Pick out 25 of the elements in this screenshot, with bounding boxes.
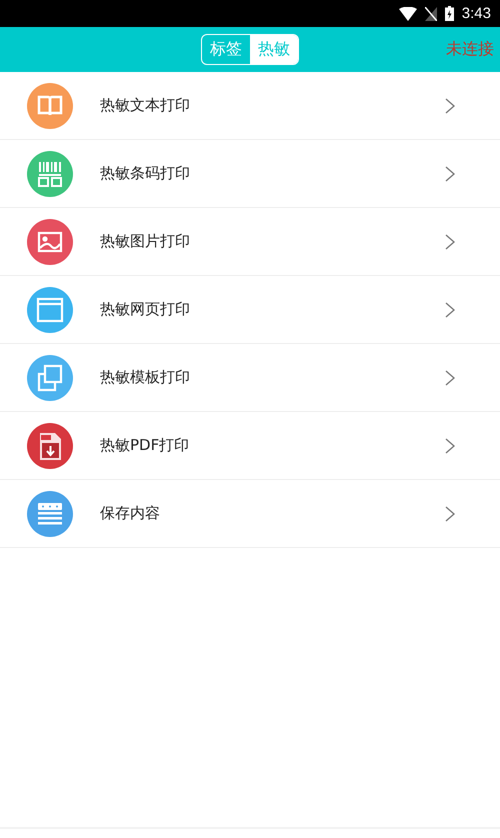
wifi-icon <box>398 6 417 20</box>
menu-item[interactable]: 热敏模板打印 <box>0 344 500 412</box>
menu-label: 保存内容 <box>100 504 161 523</box>
chevron-right-icon <box>445 234 455 250</box>
chevron-right-icon <box>445 438 455 454</box>
menu-label: 热敏文本打印 <box>100 96 191 115</box>
menu-item[interactable]: 热敏条码打印 <box>0 140 500 208</box>
chevron-right-icon <box>445 370 455 386</box>
no-signal-icon <box>424 6 437 20</box>
menu-label: 热敏图片打印 <box>100 232 191 251</box>
menu-label: 热敏模板打印 <box>100 368 191 387</box>
menu-label: 热敏网页打印 <box>100 300 191 319</box>
menu-item[interactable]: 热敏PDF打印 <box>0 412 500 480</box>
battery-icon <box>444 6 454 21</box>
menu-label: 热敏条码打印 <box>100 164 191 183</box>
menu-item[interactable]: 热敏图片打印 <box>0 208 500 276</box>
clock: 3:43 <box>462 5 491 22</box>
chevron-right-icon <box>445 98 455 114</box>
menu-label: 热敏PDF打印 <box>100 436 190 455</box>
menu-item[interactable]: 热敏文本打印 <box>0 72 500 140</box>
chevron-right-icon <box>445 166 455 182</box>
menu-item[interactable]: 保存内容 <box>0 480 500 548</box>
menu-item[interactable]: 热敏网页打印 <box>0 276 500 344</box>
chevron-right-icon <box>445 506 455 522</box>
chevron-right-icon <box>445 302 455 318</box>
